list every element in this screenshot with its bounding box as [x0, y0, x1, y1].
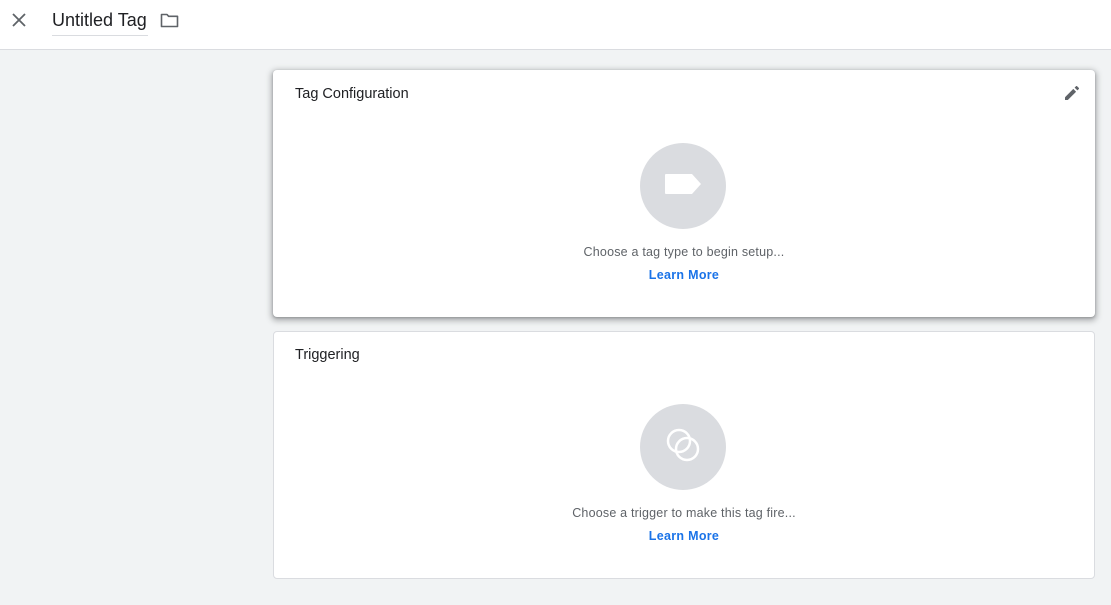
trigger-placeholder[interactable] — [640, 404, 726, 490]
tag-name-title[interactable]: Untitled Tag — [52, 8, 148, 36]
triggering-card[interactable]: Triggering Choose a trigger to make this… — [273, 331, 1095, 579]
trigger-hint: Choose a trigger to make this tag fire..… — [572, 506, 796, 520]
learn-more-link[interactable]: Learn More — [649, 529, 719, 543]
folder-icon[interactable] — [158, 10, 180, 30]
triggering-title: Triggering — [295, 347, 360, 363]
tag-icon — [664, 173, 702, 200]
learn-more-link[interactable]: Learn More — [649, 268, 719, 282]
tag-type-placeholder[interactable] — [640, 143, 726, 229]
top-bar: Untitled Tag — [0, 0, 1111, 50]
close-icon[interactable] — [8, 9, 30, 31]
pencil-icon[interactable] — [1061, 82, 1083, 104]
trigger-icon — [663, 425, 703, 470]
tag-configuration-card[interactable]: Tag Configuration Choose a tag type to b… — [273, 70, 1095, 317]
tag-type-hint: Choose a tag type to begin setup... — [583, 245, 785, 259]
tag-configuration-title: Tag Configuration — [295, 86, 409, 102]
